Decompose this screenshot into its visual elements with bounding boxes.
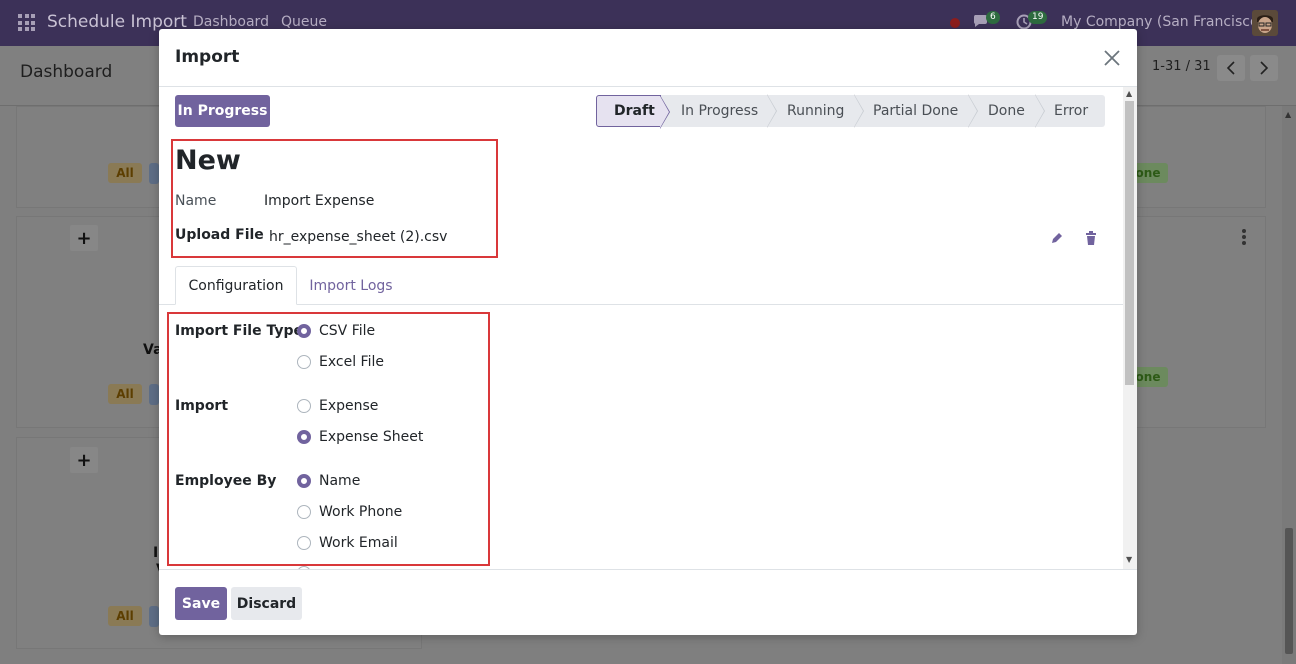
activity-count-badge: 19	[1028, 11, 1048, 24]
chevron-right-icon	[1260, 61, 1269, 75]
radio-label: Work Email	[319, 535, 398, 551]
name-field[interactable]: Import Expense	[264, 193, 374, 209]
upload-file-label: Upload File	[175, 227, 264, 243]
tag-filter[interactable]	[149, 606, 159, 627]
employee-by-label: Employee By	[175, 473, 277, 489]
radio-selected-icon	[297, 324, 311, 338]
company-switcher[interactable]: My Company (San Francisco)	[1061, 14, 1264, 30]
tag-all[interactable]: All	[108, 384, 142, 404]
stage-done[interactable]: Done	[968, 94, 1045, 128]
pencil-icon[interactable]	[1050, 231, 1064, 245]
import-file-type-label: Import File Type	[175, 323, 303, 339]
radio-label: Work Phone	[319, 504, 403, 520]
user-avatar[interactable]	[1252, 10, 1278, 36]
tab-bar: Configuration Import Logs	[159, 266, 1123, 305]
import-label: Import	[175, 398, 229, 414]
tab-configuration[interactable]: Configuration	[175, 266, 297, 305]
scroll-up-arrow-icon[interactable]: ▲	[1285, 110, 1291, 119]
stage-label: Done	[988, 103, 1025, 119]
chevron-left-icon	[1226, 61, 1235, 75]
tag-filter[interactable]	[149, 384, 159, 405]
stage-label: In Progress	[681, 103, 759, 119]
radio-excel-file[interactable]: Excel File	[297, 354, 384, 370]
scroll-down-arrow-icon[interactable]: ▼	[1126, 555, 1132, 564]
menu-item-queue[interactable]: Queue	[281, 14, 327, 30]
tag-all[interactable]: All	[108, 606, 142, 626]
dialog-scrollbar[interactable]: ▲ ▼	[1123, 87, 1137, 569]
stage-error[interactable]: Error	[1035, 95, 1105, 127]
radio-expense-sheet[interactable]: Expense Sheet	[297, 429, 423, 445]
radio-label: Expense Sheet	[319, 429, 424, 445]
in-progress-button[interactable]: In Progress	[175, 95, 270, 127]
radio-employee-name[interactable]: Name	[297, 473, 360, 489]
stage-label: Draft	[614, 103, 655, 119]
tab-label: Import Logs	[309, 277, 393, 294]
stage-draft[interactable]: Draft	[596, 95, 670, 129]
radio-employee-work-email[interactable]: Work Email	[297, 535, 398, 551]
radio-label: Name	[319, 473, 361, 489]
trash-icon[interactable]	[1085, 231, 1097, 245]
stage-in-progress[interactable]: In Progress	[661, 94, 777, 128]
dialog-footer: Save Discard	[159, 569, 1137, 635]
stage-running[interactable]: Running	[767, 94, 864, 128]
radio-employee-work-phone[interactable]: Work Phone	[297, 504, 402, 520]
close-icon[interactable]	[1103, 49, 1121, 67]
tag-all[interactable]: All	[108, 163, 142, 183]
pager-prev-button[interactable]	[1217, 55, 1245, 81]
dialog-scrollbar-thumb[interactable]	[1125, 101, 1134, 385]
radio-unselected-icon	[297, 536, 311, 550]
radio-label: Expense	[319, 398, 379, 414]
dialog-body: In Progress Draft In Progress Running Pa…	[159, 87, 1137, 569]
chat-count-badge: 6	[986, 11, 1000, 24]
kebab-menu-icon[interactable]	[1242, 229, 1246, 247]
radio-unselected-icon	[297, 505, 311, 519]
stage-label: Partial Done	[873, 103, 959, 119]
tag-filter[interactable]	[149, 163, 159, 184]
dialog-header: Import	[159, 29, 1137, 87]
add-button[interactable]: +	[70, 447, 98, 473]
add-button[interactable]: +	[70, 225, 98, 251]
radio-unselected-icon	[297, 399, 311, 413]
radio-csv-file[interactable]: CSV File	[297, 323, 375, 339]
import-dialog: Import In Progress Draft In Progress Run…	[159, 29, 1137, 635]
tab-label: Configuration	[188, 277, 284, 294]
tab-import-logs[interactable]: Import Logs	[299, 266, 403, 305]
stage-partial-done[interactable]: Partial Done	[854, 94, 978, 128]
radio-unselected-icon	[297, 355, 311, 369]
stage-label: Running	[787, 103, 845, 119]
upload-file-name[interactable]: hr_expense_sheet (2).csv	[269, 229, 447, 245]
dialog-title: Import	[175, 47, 240, 67]
radio-expense[interactable]: Expense	[297, 398, 378, 414]
pager-value[interactable]: 1-31 / 31	[1152, 59, 1211, 74]
record-title: New	[175, 145, 241, 176]
radio-label: CSV File	[319, 323, 376, 339]
status-dot-icon[interactable]	[950, 18, 960, 28]
status-bar: Draft In Progress Running Partial Done D…	[596, 94, 1105, 129]
menu-item-dashboard[interactable]: Dashboard	[193, 14, 269, 30]
save-button[interactable]: Save	[175, 587, 227, 620]
radio-selected-icon	[297, 430, 311, 444]
card-title: I	[153, 545, 159, 561]
discard-button[interactable]: Discard	[231, 587, 302, 620]
breadcrumb[interactable]: Dashboard	[20, 62, 112, 82]
page-scrollbar[interactable]: ▲	[1282, 106, 1296, 664]
apps-grid-icon[interactable]	[18, 14, 35, 31]
stage-label: Error	[1054, 103, 1089, 119]
scroll-up-arrow-icon[interactable]: ▲	[1126, 89, 1132, 98]
pager-next-button[interactable]	[1250, 55, 1278, 81]
page-scrollbar-thumb[interactable]	[1285, 528, 1293, 654]
radio-label: Excel File	[319, 354, 384, 370]
radio-selected-icon	[297, 474, 311, 488]
name-label: Name	[175, 193, 217, 209]
